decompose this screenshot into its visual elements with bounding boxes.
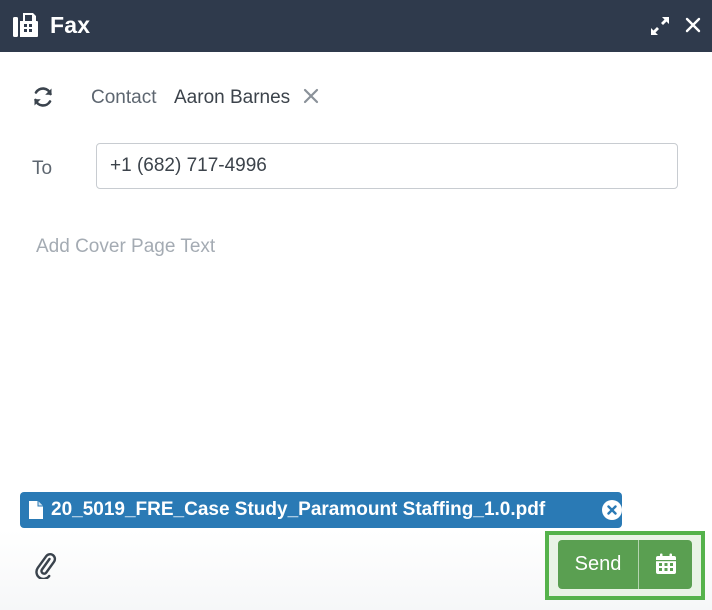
expand-icon[interactable]	[648, 14, 672, 38]
refresh-icon[interactable]	[31, 85, 55, 109]
contact-label: Contact	[91, 87, 157, 108]
send-button-group: Send	[558, 540, 692, 589]
window-title: Fax	[50, 12, 91, 38]
remove-attachment-icon[interactable]	[601, 499, 623, 521]
send-button[interactable]: Send	[558, 540, 638, 589]
contact-name: Aaron Barnes	[174, 87, 291, 108]
attachment-chip: 20_5019_FRE_Case Study_Paramount Staffin…	[20, 492, 622, 528]
to-label: To	[32, 158, 53, 179]
attachment-file-name: 20_5019_FRE_Case Study_Paramount Staffin…	[51, 499, 546, 520]
fax-window: Fax Contact Aaron Barnes To 20_5019_FRE_…	[0, 0, 712, 610]
calendar-icon	[656, 553, 676, 574]
file-icon	[29, 501, 43, 519]
fax-icon	[13, 13, 38, 37]
schedule-send-button[interactable]	[639, 540, 692, 589]
paperclip-icon[interactable]	[34, 551, 58, 579]
close-icon[interactable]	[683, 15, 703, 35]
remove-contact-icon[interactable]	[302, 86, 320, 106]
to-fax-number-input[interactable]	[96, 143, 678, 189]
cover-page-text-input[interactable]	[36, 233, 676, 463]
window-header: Fax	[0, 0, 712, 52]
